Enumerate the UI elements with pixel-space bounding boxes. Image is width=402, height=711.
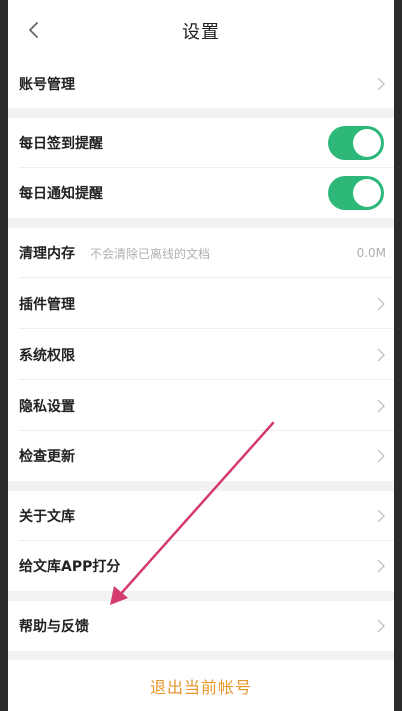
plugin-management-item[interactable]: 插件管理: [8, 278, 394, 329]
daily-signin-reminder-toggle[interactable]: [328, 126, 384, 160]
rate-app-label: 给文库APP打分: [19, 559, 121, 575]
check-update-item[interactable]: 检查更新: [8, 431, 394, 481]
toggle-knob: [353, 129, 381, 157]
chevron-right-icon: [376, 448, 386, 464]
privacy-settings-item[interactable]: 隐私设置: [8, 380, 394, 431]
chevron-right-icon: [376, 398, 386, 414]
chevron-right-icon: [376, 508, 386, 524]
account-management-label: 账号管理: [19, 77, 75, 93]
system-permissions-label: 系统权限: [19, 347, 75, 364]
about-label: 关于文库: [19, 509, 75, 525]
account-management-item[interactable]: 账号管理: [8, 60, 394, 108]
chevron-right-icon: [376, 618, 386, 634]
clear-cache-item[interactable]: 清理内存 不会清除已离线的文档 0.0M: [8, 228, 394, 278]
toggle-knob: [353, 179, 381, 207]
rate-app-item[interactable]: 给文库APP打分: [8, 541, 394, 591]
settings-screen: 设置 账号管理 每日签到提醒 每日通知提醒 清理内存 不会清除已离线的文档 0.…: [8, 0, 394, 711]
daily-signin-reminder-label: 每日签到提醒: [19, 136, 103, 152]
daily-notify-reminder-toggle[interactable]: [328, 176, 384, 210]
privacy-settings-label: 隐私设置: [19, 398, 75, 415]
chevron-right-icon: [376, 296, 386, 312]
chevron-right-icon: [376, 558, 386, 574]
plugin-management-label: 插件管理: [19, 296, 75, 313]
logout-button[interactable]: 退出当前帐号: [8, 660, 394, 711]
help-feedback-item[interactable]: 帮助与反馈: [8, 601, 394, 651]
daily-notify-reminder-label: 每日通知提醒: [19, 186, 103, 202]
daily-signin-reminder-item: 每日签到提醒: [8, 118, 394, 168]
help-feedback-label: 帮助与反馈: [19, 619, 89, 635]
about-item[interactable]: 关于文库: [8, 491, 394, 541]
clear-cache-hint: 不会清除已离线的文档: [90, 246, 211, 261]
header-bar: 设置: [8, 0, 394, 60]
chevron-right-icon: [376, 76, 386, 92]
cache-size-value: 0.0M: [356, 246, 386, 260]
clear-cache-label: 清理内存: [19, 246, 75, 262]
logout-label: 退出当前帐号: [149, 677, 252, 697]
system-permissions-item[interactable]: 系统权限: [8, 329, 394, 380]
check-update-label: 检查更新: [19, 449, 75, 465]
chevron-right-icon: [376, 347, 386, 363]
daily-notify-reminder-item: 每日通知提醒: [8, 168, 394, 218]
page-title: 设置: [182, 22, 220, 43]
